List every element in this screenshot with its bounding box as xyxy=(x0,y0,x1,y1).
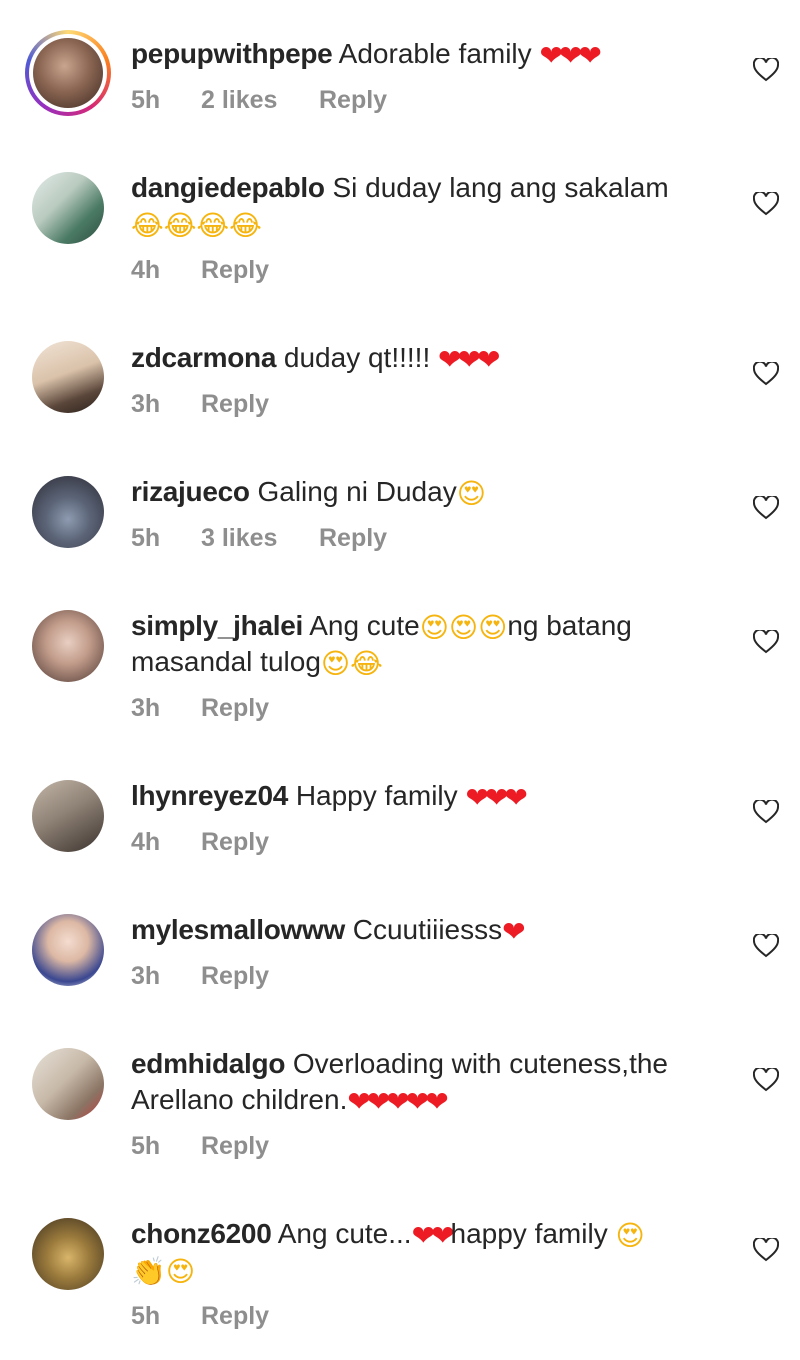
avatar[interactable] xyxy=(32,172,104,244)
reply-button[interactable]: Reply xyxy=(201,256,269,285)
comment-body: ng batang xyxy=(507,610,632,641)
clapping-hands-icon: 👏😍 xyxy=(131,1255,196,1288)
comment-body: Arellano children. xyxy=(131,1084,348,1115)
comment-time: 4h xyxy=(131,256,161,284)
comment-meta: 3h Reply xyxy=(131,390,269,419)
comment-body: duday qt!!!!! xyxy=(283,342,431,373)
comment-username[interactable]: simply_jhalei xyxy=(131,610,303,641)
comment-text: pepupwithpepe Adorable family ❤❤❤ xyxy=(131,36,731,72)
comment-username[interactable]: dangiedepablo xyxy=(131,172,325,203)
comment-likes[interactable]: 2 likes xyxy=(201,86,319,115)
avatar[interactable] xyxy=(32,1048,104,1120)
comment-text: zdcarmona duday qt!!!!! ❤❤❤ xyxy=(131,340,731,376)
reply-button[interactable]: Reply xyxy=(201,694,269,723)
heart-outline-icon[interactable] xyxy=(753,800,779,824)
comment-likes[interactable]: 3 likes xyxy=(201,524,319,553)
heart-outline-icon[interactable] xyxy=(753,496,779,520)
comment-username[interactable]: lhynreyez04 xyxy=(131,780,288,811)
comment-text: lhynreyez04 Happy family ❤❤❤ xyxy=(131,778,731,814)
comment-username[interactable]: pepupwithpepe xyxy=(131,38,333,69)
comment-meta: 5h 2 likes Reply xyxy=(131,86,387,115)
reply-button[interactable]: Reply xyxy=(201,828,269,857)
red-heart-icon: ❤ xyxy=(502,915,526,948)
comment-username[interactable]: zdcarmona xyxy=(131,342,276,373)
comment-time: 5h xyxy=(131,1302,161,1330)
comment-body: happy family xyxy=(450,1218,608,1249)
avatar[interactable] xyxy=(32,610,104,682)
avatar[interactable] xyxy=(25,30,111,116)
reply-button[interactable]: Reply xyxy=(201,962,269,991)
comment-time: 5h xyxy=(131,1132,161,1160)
comment-body: Adorable family xyxy=(338,38,532,69)
heart-outline-icon[interactable] xyxy=(753,58,779,82)
reply-button[interactable]: Reply xyxy=(201,1302,269,1331)
reply-button[interactable]: Reply xyxy=(201,390,269,419)
comment-body: Ccuutiiiesss xyxy=(352,914,503,945)
comment-username[interactable]: edmhidalgo xyxy=(131,1048,285,1079)
avatar[interactable] xyxy=(32,1218,104,1290)
heart-eyes-face-icon: 😍😍😍 xyxy=(419,611,508,644)
comment-text: simply_jhalei Ang cute😍😍😍ng batang masan… xyxy=(131,608,731,680)
heart-outline-icon[interactable] xyxy=(753,362,779,386)
comment-username[interactable]: mylesmallowww xyxy=(131,914,345,945)
comment-text: dangiedepablo Si duday lang ang sakalam … xyxy=(131,170,731,242)
red-heart-icon: ❤❤❤❤❤ xyxy=(347,1085,448,1118)
comment-body: Si duday lang ang sakalam xyxy=(332,172,669,203)
comment-body: Happy family xyxy=(295,780,458,811)
red-heart-icon: ❤❤❤ xyxy=(438,343,500,376)
comment-body: Ang cute xyxy=(309,610,420,641)
laughing-face-icon: 😂😂😂😂 xyxy=(131,209,262,242)
avatar[interactable] xyxy=(32,341,104,413)
comment-username[interactable]: chonz6200 xyxy=(131,1218,272,1249)
comment-time: 5h xyxy=(131,524,161,552)
heart-eyes-face-icon: 😍 xyxy=(456,477,486,510)
comment-meta: 3h Reply xyxy=(131,962,269,991)
comment-time: 3h xyxy=(131,390,161,418)
comment-time: 3h xyxy=(131,962,161,990)
reply-button[interactable]: Reply xyxy=(319,86,387,115)
heart-outline-icon[interactable] xyxy=(753,1238,779,1262)
comment-text: rizajueco Galing ni Duday😍 xyxy=(131,474,731,510)
avatar[interactable] xyxy=(32,780,104,852)
comment-meta: 4h Reply xyxy=(131,828,269,857)
avatar[interactable] xyxy=(32,914,104,986)
comment-meta: 5h 3 likes Reply xyxy=(131,524,387,553)
comment-body: Galing ni Duday xyxy=(257,476,457,507)
comment-time: 3h xyxy=(131,694,161,722)
heart-outline-icon[interactable] xyxy=(753,934,779,958)
heart-outline-icon[interactable] xyxy=(753,630,779,654)
heart-eyes-face-icon: 😍😂 xyxy=(320,647,383,680)
comment-body: masandal tulog xyxy=(131,646,321,677)
heart-outline-icon[interactable] xyxy=(753,1068,779,1092)
comment-body: Overloading with cuteness,the xyxy=(292,1048,669,1079)
comment-username[interactable]: rizajueco xyxy=(131,476,250,507)
comment-body: Ang cute... xyxy=(277,1218,412,1249)
comment-time: 5h xyxy=(131,86,161,114)
red-heart-icon: ❤❤❤ xyxy=(539,39,601,72)
comment-text: chonz6200 Ang cute...❤❤happy family 😍 👏😍 xyxy=(131,1216,731,1288)
comment-meta: 4h Reply xyxy=(131,256,269,285)
comment-text: edmhidalgo Overloading with cuteness,the… xyxy=(131,1046,731,1118)
reply-button[interactable]: Reply xyxy=(201,1132,269,1161)
red-heart-icon: ❤❤❤ xyxy=(465,781,527,814)
comment-meta: 5h Reply xyxy=(131,1302,269,1331)
heart-outline-icon[interactable] xyxy=(753,192,779,216)
comment-meta: 5h Reply xyxy=(131,1132,269,1161)
comment-time: 4h xyxy=(131,828,161,856)
comment-meta: 3h Reply xyxy=(131,694,269,723)
heart-eyes-face-icon: 😍 xyxy=(615,1219,645,1252)
red-heart-icon: ❤❤ xyxy=(411,1219,455,1252)
comment-text: mylesmallowww Ccuutiiiesss❤ xyxy=(131,912,731,948)
avatar[interactable] xyxy=(32,476,104,548)
reply-button[interactable]: Reply xyxy=(319,524,387,553)
